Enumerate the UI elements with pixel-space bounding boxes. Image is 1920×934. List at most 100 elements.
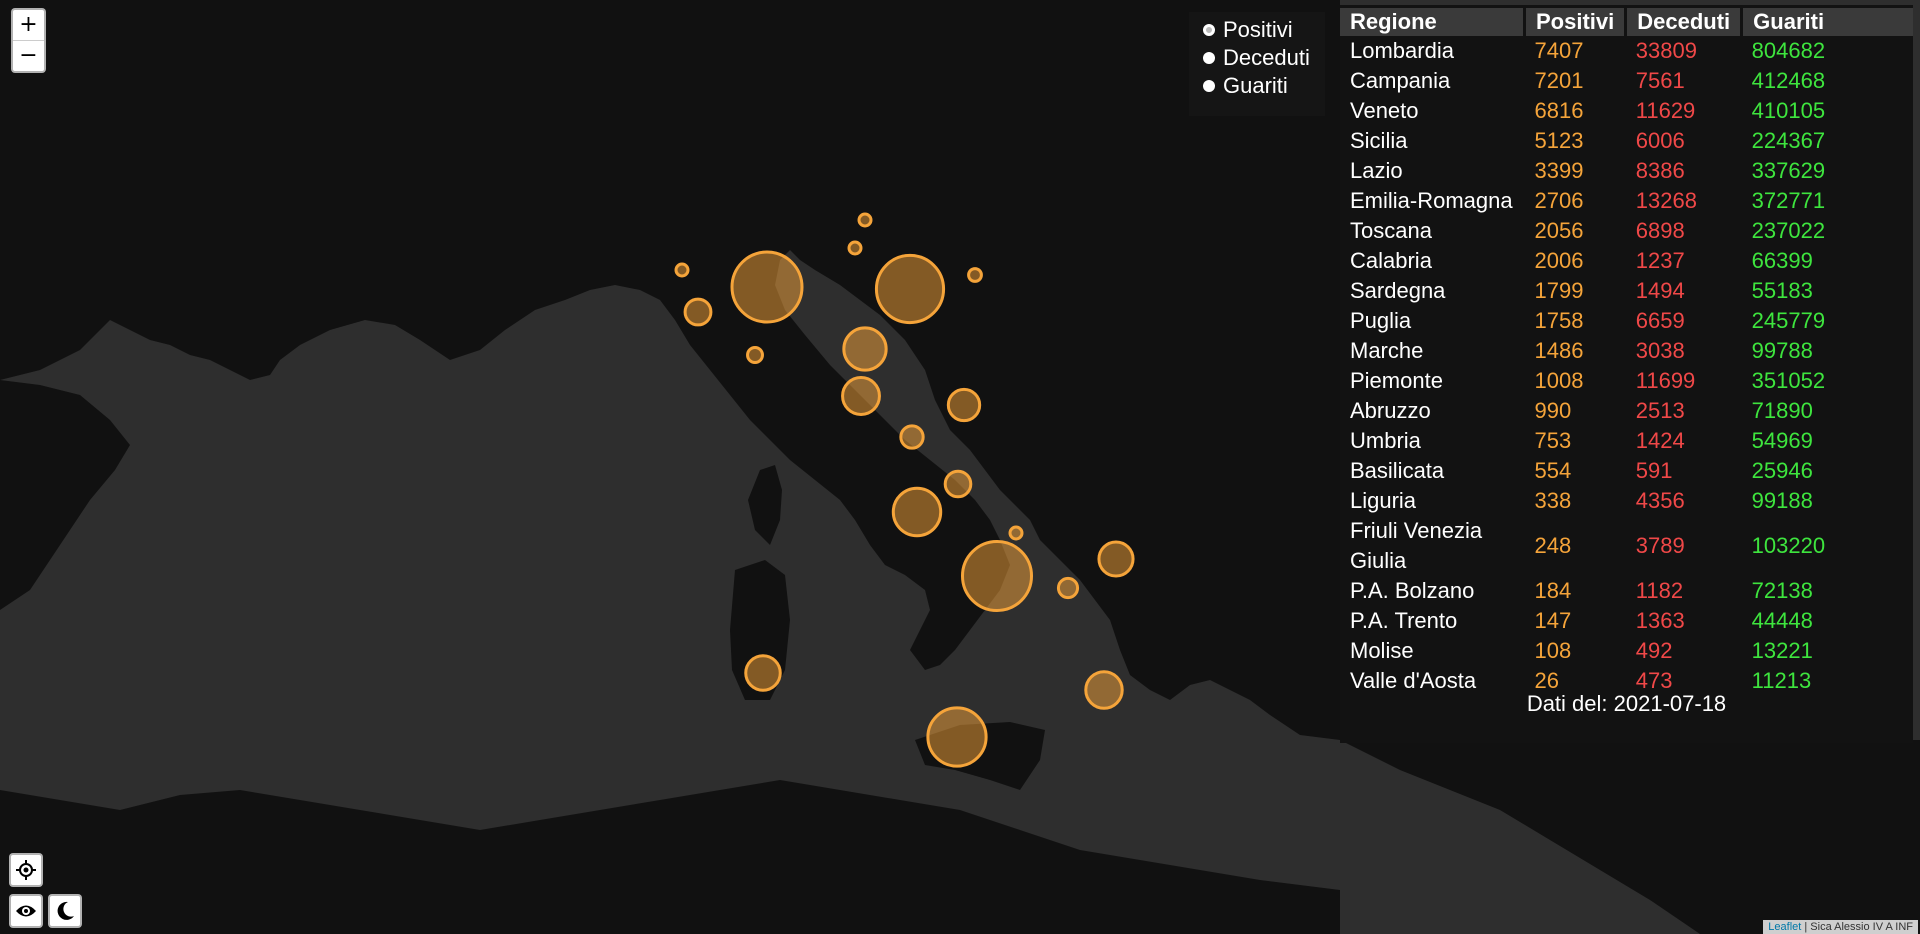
cell-pos: 248 xyxy=(1534,533,1572,558)
region-marker[interactable] xyxy=(730,250,804,324)
region-marker[interactable] xyxy=(943,469,973,499)
cell-dec: 1494 xyxy=(1635,278,1685,303)
region-marker[interactable] xyxy=(746,346,764,364)
cell-dec: 1363 xyxy=(1635,608,1685,633)
region-marker[interactable] xyxy=(946,387,982,423)
region-marker[interactable] xyxy=(674,262,690,278)
cell-dec: 11629 xyxy=(1635,98,1696,123)
cell-region: Friuli Venezia Giulia xyxy=(1350,518,1483,573)
table-row: Veneto 6816 11629 410105 xyxy=(1340,96,1913,126)
cell-gua: 99188 xyxy=(1751,488,1813,513)
cell-pos: 147 xyxy=(1534,608,1572,633)
region-marker[interactable] xyxy=(891,486,943,538)
radio-guariti[interactable] xyxy=(1203,80,1215,92)
table-row: Lombardia 7407 33809 804682 xyxy=(1340,36,1913,66)
table-row: Umbria 753 1424 54969 xyxy=(1340,426,1913,456)
cell-gua: 410105 xyxy=(1751,98,1826,123)
region-marker[interactable] xyxy=(744,654,782,692)
layer-option-positivi[interactable]: Positivi xyxy=(1189,16,1325,44)
cell-dec: 7561 xyxy=(1635,68,1685,93)
cell-dec: 1237 xyxy=(1635,248,1685,273)
zoom-out-button[interactable]: − xyxy=(13,41,44,71)
region-marker[interactable] xyxy=(899,424,925,450)
cell-gua: 55183 xyxy=(1751,278,1813,303)
table-row: Campania 7201 7561 412468 xyxy=(1340,66,1913,96)
theme-toggle-button[interactable] xyxy=(48,894,82,928)
region-marker[interactable] xyxy=(1084,670,1124,710)
cell-dec: 8386 xyxy=(1635,158,1685,183)
table-row: Emilia-Romagna 2706 13268 372771 xyxy=(1340,186,1913,216)
radio-positivi[interactable] xyxy=(1203,24,1215,36)
region-marker[interactable] xyxy=(960,539,1034,613)
cell-region: Toscana xyxy=(1350,218,1432,243)
locate-button[interactable] xyxy=(9,853,43,887)
table-row: Basilicata 554 591 25946 xyxy=(1340,456,1913,486)
cell-pos: 108 xyxy=(1534,638,1572,663)
region-marker[interactable] xyxy=(1097,540,1135,578)
table-row: Liguria 338 4356 99188 xyxy=(1340,486,1913,516)
cell-gua: 351052 xyxy=(1751,368,1826,393)
layer-label: Guariti xyxy=(1223,73,1288,98)
cell-pos: 7201 xyxy=(1534,68,1584,93)
table-row: P.A. Bolzano 184 1182 72138 xyxy=(1340,576,1913,606)
region-marker[interactable] xyxy=(847,240,863,256)
cell-pos: 338 xyxy=(1534,488,1572,513)
region-marker[interactable] xyxy=(874,253,946,325)
region-marker[interactable] xyxy=(1008,525,1024,541)
zoom-in-button[interactable]: + xyxy=(13,10,44,41)
cell-pos: 6816 xyxy=(1534,98,1584,123)
leaflet-link[interactable]: Leaflet xyxy=(1768,921,1801,933)
layer-option-deceduti[interactable]: Deceduti xyxy=(1189,44,1325,72)
region-marker[interactable] xyxy=(683,297,713,327)
cell-region: Lazio xyxy=(1350,158,1403,183)
radio-deceduti[interactable] xyxy=(1203,52,1215,64)
region-marker[interactable] xyxy=(842,326,888,372)
cell-region: Emilia-Romagna xyxy=(1350,188,1513,213)
cell-gua: 66399 xyxy=(1751,248,1813,273)
region-marker[interactable] xyxy=(857,212,873,228)
cell-gua: 224367 xyxy=(1751,128,1826,153)
cell-pos: 2706 xyxy=(1534,188,1584,213)
cell-region: Puglia xyxy=(1350,308,1412,333)
cell-dec: 591 xyxy=(1635,458,1673,483)
cell-region: Abruzzo xyxy=(1350,398,1431,423)
cell-region: Umbria xyxy=(1350,428,1421,453)
cell-dec: 4356 xyxy=(1635,488,1685,513)
region-marker[interactable] xyxy=(841,376,881,416)
cell-pos: 2056 xyxy=(1534,218,1584,243)
cell-region: Sardegna xyxy=(1350,278,1446,303)
table-row: P.A. Trento 147 1363 44448 xyxy=(1340,606,1913,636)
region-marker[interactable] xyxy=(967,267,983,283)
cell-dec: 6006 xyxy=(1635,128,1685,153)
header-positivi: Positivi xyxy=(1524,8,1628,36)
cell-pos: 753 xyxy=(1534,428,1572,453)
region-marker[interactable] xyxy=(926,706,988,768)
cell-region: Veneto xyxy=(1350,98,1419,123)
cell-region: Molise xyxy=(1350,638,1414,663)
cell-pos: 1758 xyxy=(1534,308,1584,333)
cell-gua: 25946 xyxy=(1751,458,1813,483)
cell-pos: 3399 xyxy=(1534,158,1584,183)
cell-gua: 412468 xyxy=(1751,68,1826,93)
cell-gua: 804682 xyxy=(1751,38,1826,63)
table-body: Lombardia 7407 33809 804682 Campania 7201 7561… xyxy=(1340,36,1913,696)
header-regione: Regione xyxy=(1340,8,1526,36)
view-toggle-button[interactable] xyxy=(9,894,43,928)
layer-option-guariti[interactable]: Guariti xyxy=(1189,72,1325,100)
cell-region: P.A. Trento xyxy=(1350,608,1458,633)
region-marker[interactable] xyxy=(1056,576,1080,600)
cell-pos: 1486 xyxy=(1534,338,1584,363)
cell-dec: 6659 xyxy=(1635,308,1685,333)
layer-selector: Positivi Deceduti Guariti xyxy=(1189,12,1325,116)
table-header-row: Regione Positivi Deceduti Guariti xyxy=(1340,8,1913,36)
cell-gua: 237022 xyxy=(1751,218,1826,243)
cell-region: Lombardia xyxy=(1350,38,1454,63)
cell-region: Liguria xyxy=(1350,488,1417,513)
cell-region: Marche xyxy=(1350,338,1424,363)
layer-label: Positivi xyxy=(1223,17,1293,42)
table-row: Molise 108 492 13221 xyxy=(1340,636,1913,666)
cell-region: Basilicata xyxy=(1350,458,1445,483)
layer-label: Deceduti xyxy=(1223,45,1310,70)
cell-gua: 13221 xyxy=(1751,638,1813,663)
cell-gua: 337629 xyxy=(1751,158,1826,183)
